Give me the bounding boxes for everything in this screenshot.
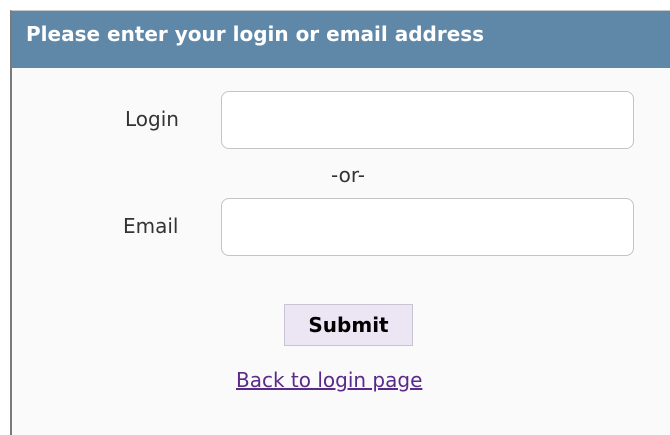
back-to-login-link[interactable]: Back to login page	[236, 368, 422, 392]
panel-title: Please enter your login or email address	[26, 22, 485, 46]
or-separator: -or-	[331, 163, 365, 187]
login-label: Login	[125, 107, 179, 131]
submit-button[interactable]: Submit	[284, 304, 413, 346]
login-input[interactable]	[221, 91, 634, 149]
panel-header: Please enter your login or email address	[12, 11, 670, 68]
email-input[interactable]	[221, 198, 634, 256]
email-label: Email	[123, 214, 179, 238]
login-recovery-panel: Please enter your login or email address…	[10, 10, 670, 435]
